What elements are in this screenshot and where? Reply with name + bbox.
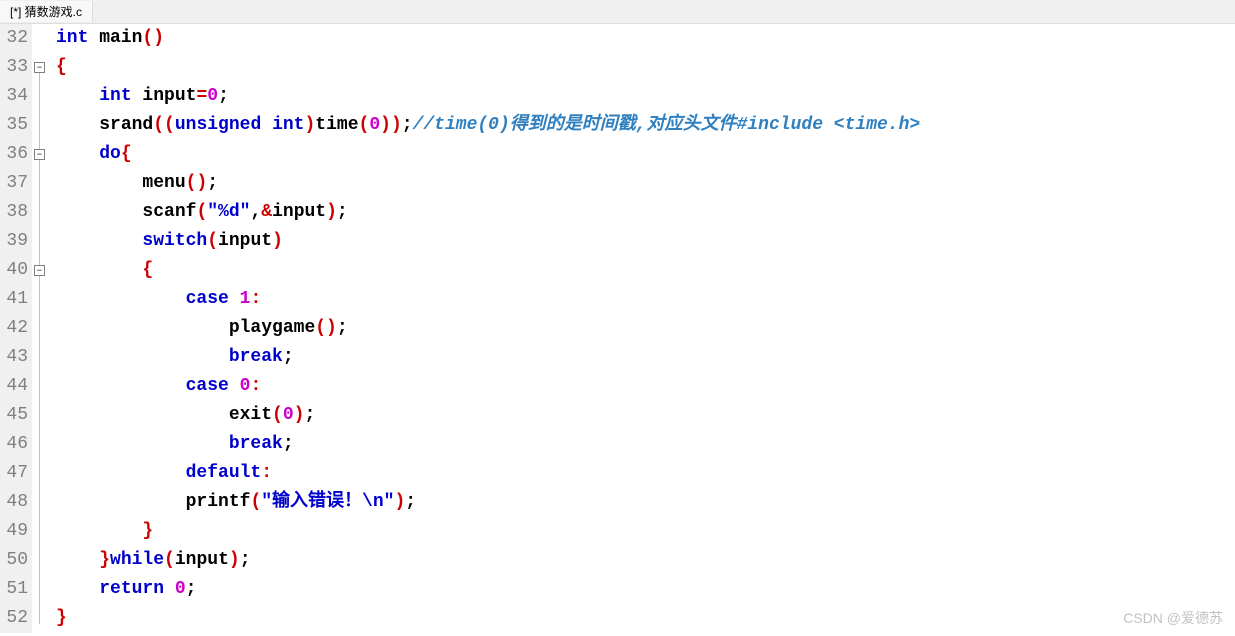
code-line: break; xyxy=(56,343,920,372)
line-number: 40 xyxy=(0,256,28,285)
line-number: 41 xyxy=(0,285,28,314)
code-line: { xyxy=(56,256,920,285)
tab-bar: [*] 猜数游戏.c xyxy=(0,0,1235,24)
line-number: 48 xyxy=(0,488,28,517)
line-number: 34 xyxy=(0,82,28,111)
line-number: 47 xyxy=(0,459,28,488)
code-line: break; xyxy=(56,430,920,459)
line-number: 39 xyxy=(0,227,28,256)
code-editor[interactable]: 32 33 34 35 36 37 38 39 40 41 42 43 44 4… xyxy=(0,24,1235,633)
line-number: 51 xyxy=(0,575,28,604)
line-number: 52 xyxy=(0,604,28,633)
line-number: 43 xyxy=(0,343,28,372)
code-line: return 0; xyxy=(56,575,920,604)
code-line: menu(); xyxy=(56,169,920,198)
line-number: 33 xyxy=(0,53,28,82)
code-line: } xyxy=(56,604,920,633)
code-line: int input=0; xyxy=(56,82,920,111)
code-line: int main() xyxy=(56,24,920,53)
fold-toggle-icon[interactable]: − xyxy=(34,149,45,160)
line-number: 42 xyxy=(0,314,28,343)
line-number: 46 xyxy=(0,430,28,459)
line-number-gutter: 32 33 34 35 36 37 38 39 40 41 42 43 44 4… xyxy=(0,24,32,633)
line-number: 49 xyxy=(0,517,28,546)
fold-toggle-icon[interactable]: − xyxy=(34,265,45,276)
code-line: } xyxy=(56,517,920,546)
line-number: 36 xyxy=(0,140,28,169)
code-line: }while(input); xyxy=(56,546,920,575)
code-line: { xyxy=(56,53,920,82)
fold-column: − − − xyxy=(32,24,50,633)
code-line: srand((unsigned int)time(0));//time(0)得到… xyxy=(56,111,920,140)
code-line: scanf("%d",&input); xyxy=(56,198,920,227)
code-line: exit(0); xyxy=(56,401,920,430)
line-number: 32 xyxy=(0,24,28,53)
code-line: playgame(); xyxy=(56,314,920,343)
code-line: default: xyxy=(56,459,920,488)
watermark: CSDN @爱德苏 xyxy=(1123,608,1223,628)
code-line: case 1: xyxy=(56,285,920,314)
line-number: 38 xyxy=(0,198,28,227)
line-number: 45 xyxy=(0,401,28,430)
fold-toggle-icon[interactable]: − xyxy=(34,62,45,73)
code-line: case 0: xyxy=(56,372,920,401)
code-line: printf("输入错误！\n"); xyxy=(56,488,920,517)
line-number: 35 xyxy=(0,111,28,140)
code-line: switch(input) xyxy=(56,227,920,256)
code-line: do{ xyxy=(56,140,920,169)
line-number: 44 xyxy=(0,372,28,401)
line-number: 37 xyxy=(0,169,28,198)
file-tab[interactable]: [*] 猜数游戏.c xyxy=(0,1,93,22)
line-number: 50 xyxy=(0,546,28,575)
code-area[interactable]: int main() { int input=0; srand((unsigne… xyxy=(50,24,920,633)
